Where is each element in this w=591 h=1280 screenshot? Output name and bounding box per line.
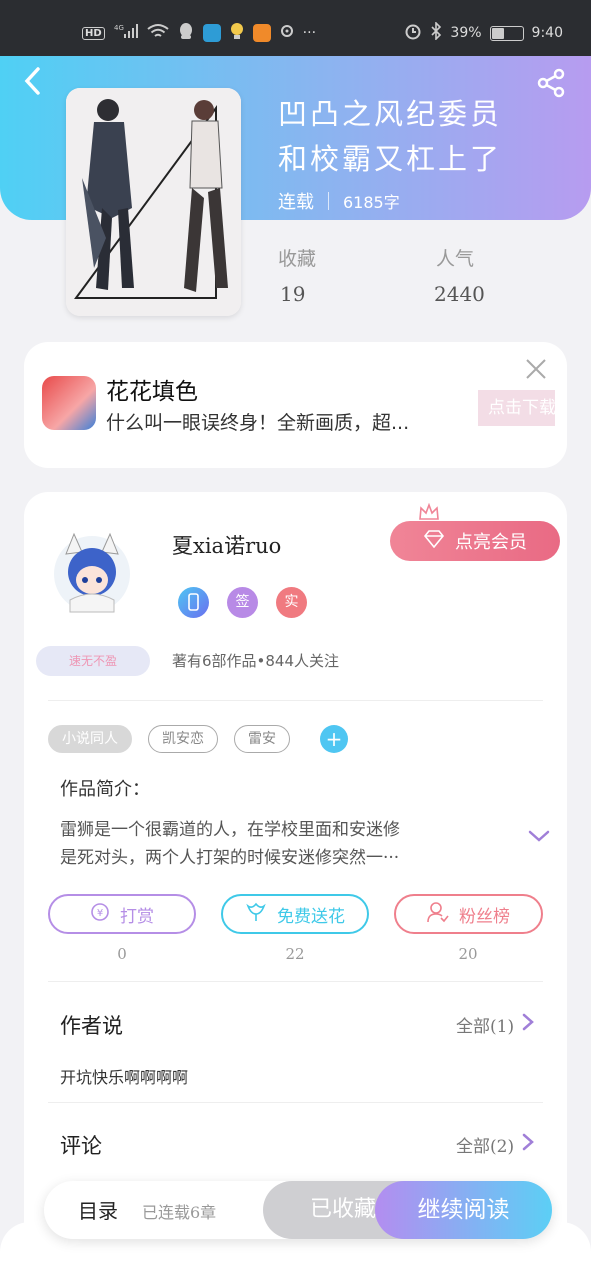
play-app-icon [252, 24, 271, 42]
nickname-tag: 速无不盈 [36, 646, 150, 676]
toc-button[interactable]: 目录 [78, 1195, 118, 1224]
diamond-icon [423, 529, 445, 553]
gear-small-icon [280, 24, 294, 42]
tip-label: 打赏 [120, 906, 154, 927]
coin-icon: ¥ [90, 902, 110, 927]
status-bar: HD 4G ··· 39% 9:40 [0, 0, 591, 62]
tag-item[interactable]: 雷安 [234, 725, 290, 753]
ad-app-icon [42, 376, 96, 430]
author-says-more[interactable]: 全部(1) [456, 1012, 534, 1037]
ad-download-button[interactable]: 点击下载 [478, 390, 555, 426]
bluetooth-icon [430, 21, 442, 44]
chevron-down-icon[interactable] [528, 828, 550, 847]
serial-chapters: 已连载6章 [142, 1203, 217, 1222]
author-badges: 签 实 [178, 587, 307, 618]
video-app-icon [202, 24, 221, 42]
chevron-right-icon [522, 1013, 534, 1036]
back-icon[interactable] [22, 66, 42, 104]
wifi-icon [147, 23, 169, 43]
popularity-value: 2440 [434, 282, 485, 306]
ad-banner[interactable]: 花花填色 什么叫一眼误终身！全新画质，超... 点击下载 [24, 342, 567, 468]
author-name[interactable]: 夏xia诺ruo [172, 530, 281, 560]
flower-icon [245, 902, 267, 927]
signal-icon: 4G [114, 23, 138, 43]
svg-text:4G: 4G [114, 24, 124, 32]
send-flower-button[interactable]: 免费送花 [221, 894, 369, 934]
verified-badge: 实 [276, 587, 307, 618]
title-line-1: 凹凸之风纪委员 [278, 97, 503, 131]
intro-line-1: 雷狮是一个很霸道的人，在学校里面和安迷修 [60, 820, 400, 840]
divider [48, 981, 543, 982]
more-dots: ··· [302, 25, 317, 41]
comments-title: 评论 [60, 1134, 102, 1158]
tip-count: 0 [117, 945, 127, 963]
fan-ranking-button[interactable]: 粉丝榜 [394, 894, 543, 934]
author-avatar[interactable] [52, 528, 132, 618]
clock: 9:40 [531, 25, 563, 41]
send-flower-label: 免费送花 [277, 906, 345, 927]
close-icon[interactable] [524, 354, 548, 389]
user-icon [427, 901, 449, 928]
intro-label: 作品简介： [60, 779, 150, 800]
fan-ranking-label: 粉丝榜 [459, 906, 510, 927]
hd-indicator: HD [82, 26, 105, 40]
vip-button[interactable]: 点亮会员 [390, 521, 560, 561]
divider [48, 1102, 543, 1103]
bottom-bar: 目录 已连载6章 已收藏 继续阅读 [44, 1181, 552, 1239]
title-line-2: 和校霸又杠上了 [278, 142, 503, 176]
vip-button-label: 点亮会员 [455, 532, 527, 553]
status-right: 39% 9:40 [404, 21, 563, 44]
popularity-label: 人气 [436, 248, 475, 270]
comments-more[interactable]: 全部(2) [456, 1132, 534, 1157]
author-says-more-label: 全部(1) [456, 1017, 515, 1037]
word-count: 6185字 [343, 193, 400, 212]
collect-label: 收藏 [278, 248, 317, 270]
author-says-content: 开坑快乐啊啊啊啊 [60, 1068, 189, 1087]
tag-list: 小说同人 凯安恋 雷安 + [48, 725, 348, 753]
author-says-title: 作者说 [60, 1014, 123, 1038]
collect-value: 19 [280, 282, 306, 306]
intro-text[interactable]: 雷狮是一个很霸道的人，在学校里面和安迷修 是死对头，两个人打架的时候安迷修突然一… [60, 816, 510, 872]
add-tag-icon[interactable]: + [320, 725, 348, 753]
alarm-icon [404, 22, 422, 44]
tag-item[interactable]: 凯安恋 [148, 725, 218, 753]
chevron-right-icon [522, 1133, 534, 1156]
battery-icon [489, 25, 524, 41]
book-cover-image[interactable] [66, 88, 241, 316]
qq-icon [178, 22, 194, 44]
flower-count: 22 [285, 945, 305, 963]
status-left: HD 4G ··· [82, 22, 316, 44]
comments-more-label: 全部(2) [456, 1137, 515, 1157]
ad-app-name: 花花填色 [106, 379, 198, 405]
battery-percent: 39% [450, 25, 482, 41]
signed-badge: 签 [227, 587, 258, 618]
divider [48, 700, 543, 701]
tip-button[interactable]: ¥ 打赏 [48, 894, 196, 934]
phone-badge-icon [178, 587, 209, 618]
svg-text:¥: ¥ [97, 908, 103, 919]
tag-item[interactable]: 小说同人 [48, 725, 132, 753]
serial-status: 连载 [278, 192, 314, 213]
book-title: 凹凸之风纪委员 和校霸又杠上了 [278, 92, 568, 182]
book-meta: 连载 6185字 [278, 188, 400, 214]
bulb-icon [230, 22, 244, 44]
ad-description: 什么叫一眼误终身！全新画质，超... [106, 412, 410, 434]
fan-count: 20 [458, 945, 478, 963]
intro-line-2: 是死对头，两个人打架的时候安迷修突然一··· [60, 848, 400, 868]
meta-separator [328, 192, 329, 210]
works-info: 著有6部作品•844人关注 [172, 652, 340, 670]
continue-reading-button[interactable]: 继续阅读 [375, 1181, 552, 1239]
